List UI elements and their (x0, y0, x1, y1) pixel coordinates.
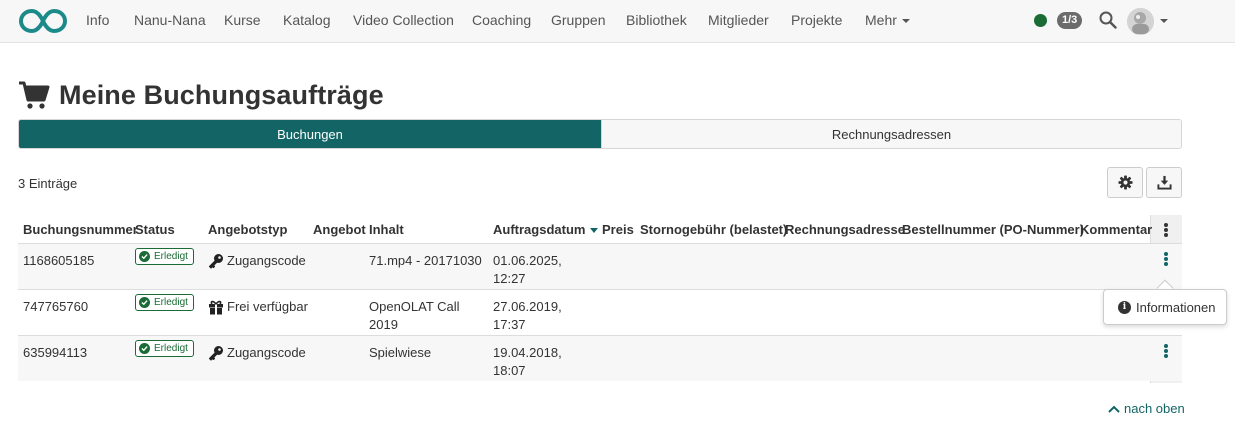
order-date-time: 12:27 (493, 271, 526, 286)
offer-type-label: Zugangscode (227, 345, 306, 360)
content-line-2: 2019 (369, 317, 398, 332)
order-date-day: 19.04.2018, (493, 345, 562, 360)
column-header-auftragsdatum-label: Auftragsdatum (493, 222, 586, 237)
check-circle-icon (139, 251, 150, 262)
column-header-preis[interactable]: Preis (602, 222, 634, 237)
status-badge: Erledigt (135, 340, 194, 357)
gear-icon (1117, 175, 1133, 190)
column-header-auftragsdatum[interactable]: Auftragsdatum (493, 222, 599, 237)
order-date-time: 18:07 (493, 363, 526, 378)
search-icon[interactable] (1099, 11, 1117, 29)
download-button[interactable] (1146, 167, 1182, 198)
user-menu-chevron-down-icon[interactable] (1160, 19, 1168, 23)
back-to-top-label: nach oben (1124, 401, 1185, 416)
column-header-inhalt[interactable]: Inhalt (369, 222, 404, 237)
status-label: Erledigt (154, 297, 188, 308)
column-header-status[interactable]: Status (135, 222, 175, 237)
informationen-menu-item[interactable]: Informationen (1136, 300, 1216, 315)
booking-number[interactable]: 1168605185 (23, 252, 94, 270)
offer-type: Zugangscode (208, 344, 306, 362)
nav-item-video-collection[interactable]: Video Collection (353, 12, 454, 28)
table-row: 635994113 Erledigt Zugangscode Spielwies… (18, 335, 1182, 381)
chevron-down-icon (901, 19, 910, 24)
nav-item-kurse[interactable]: Kurse (224, 12, 261, 28)
gift-icon (209, 300, 223, 315)
info-icon: i (1118, 300, 1131, 314)
row-actions-menu-icon[interactable] (1164, 252, 1168, 266)
column-header-kommentar[interactable]: Kommentar (1080, 222, 1152, 237)
table-row: 1168605185 Erledigt Zugangscode 71.mp4 -… (18, 243, 1182, 289)
column-header-rechnungsadresse[interactable]: Rechnungsadresse (785, 222, 905, 237)
content-cell: 71.mp4 - 20171030 (369, 253, 482, 268)
shopping-cart-icon (19, 81, 50, 109)
nav-item-projekte[interactable]: Projekte (791, 12, 842, 28)
column-header-angebotstyp[interactable]: Angebotstyp (208, 222, 287, 237)
avatar-image-icon (1127, 8, 1154, 35)
column-header-buchungsnummer[interactable]: Buchungsnummer (23, 222, 138, 237)
table-columns-menu-icon[interactable] (1164, 223, 1168, 237)
row-actions-popover[interactable]: i Informationen (1103, 289, 1227, 325)
order-date-time: 17:37 (493, 317, 526, 332)
offer-type: Frei verfügbar (208, 298, 308, 316)
booking-number[interactable]: 635994113 (23, 344, 87, 362)
offer-type-label: Zugangscode (227, 253, 306, 268)
key-icon (208, 346, 223, 361)
order-date: 19.04.2018, 18:07 (493, 344, 562, 380)
chevron-up-icon (1108, 405, 1120, 413)
column-header-bestellnummer[interactable]: Bestellnummer (PO-Nummer) (902, 222, 1084, 237)
order-date-day: 01.06.2025, (493, 253, 562, 268)
sort-descending-icon (590, 228, 599, 234)
nav-item-bibliothek[interactable]: Bibliothek (626, 12, 687, 28)
download-icon (1156, 175, 1172, 190)
content-cell: OpenOLAT Call 2019 (369, 298, 460, 334)
tab-buchungen[interactable]: Buchungen (19, 120, 601, 148)
nav-item-coaching[interactable]: Coaching (472, 12, 531, 28)
nav-item-katalog[interactable]: Katalog (283, 12, 330, 28)
nav-item-gruppen[interactable]: Gruppen (551, 12, 605, 28)
page-title: Meine Buchungsaufträge (18, 78, 384, 112)
tab-rechnungsadressen[interactable]: Rechnungsadressen (601, 120, 1181, 148)
top-navigation-bar: Info Nanu-Nana Kurse Katalog Video Colle… (0, 0, 1235, 43)
offer-type-label: Frei verfügbar (227, 299, 308, 314)
key-icon (208, 254, 223, 269)
order-date: 27.06.2019, 17:37 (493, 298, 562, 334)
content-line-1: OpenOLAT Call (369, 299, 460, 314)
session-count-badge[interactable]: 1/3 (1057, 12, 1083, 29)
column-header-angebot[interactable]: Angebot (313, 222, 366, 237)
openolat-logo-icon[interactable] (19, 8, 67, 34)
nav-item-info[interactable]: Info (86, 12, 109, 28)
nav-item-mitglieder[interactable]: Mitglieder (708, 12, 769, 28)
table-row: 747765760 Erledigt Frei verfügbar OpenOL… (18, 289, 1182, 335)
nav-item-mehr[interactable]: Mehr (865, 12, 910, 28)
online-status-icon[interactable] (1034, 14, 1047, 27)
status-badge: Erledigt (135, 294, 194, 311)
column-header-stornogebuehr[interactable]: Stornogebühr (belastet) (640, 222, 787, 237)
check-circle-icon (139, 343, 150, 354)
order-date-day: 27.06.2019, (493, 299, 562, 314)
check-circle-icon (139, 297, 150, 308)
status-label: Erledigt (154, 343, 188, 354)
order-date: 01.06.2025, 12:27 (493, 252, 562, 288)
table-settings-button[interactable] (1107, 167, 1143, 198)
entries-count: 3 Einträge (18, 176, 78, 191)
page-title-text: Meine Buchungsaufträge (59, 79, 384, 110)
status-label: Erledigt (154, 251, 188, 262)
row-actions-menu-icon[interactable] (1164, 344, 1168, 358)
status-badge: Erledigt (135, 248, 194, 265)
back-to-top-link[interactable]: nach oben (1108, 401, 1185, 416)
segment-tabs: Buchungen Rechnungsadressen (18, 119, 1182, 149)
booking-number[interactable]: 747765760 (23, 298, 88, 316)
avatar[interactable] (1127, 8, 1154, 35)
nav-item-nanu-nana[interactable]: Nanu-Nana (134, 12, 206, 28)
offer-type: Zugangscode (208, 252, 306, 270)
content-cell: Spielwiese (369, 345, 432, 360)
nav-item-mehr-label: Mehr (865, 12, 897, 28)
